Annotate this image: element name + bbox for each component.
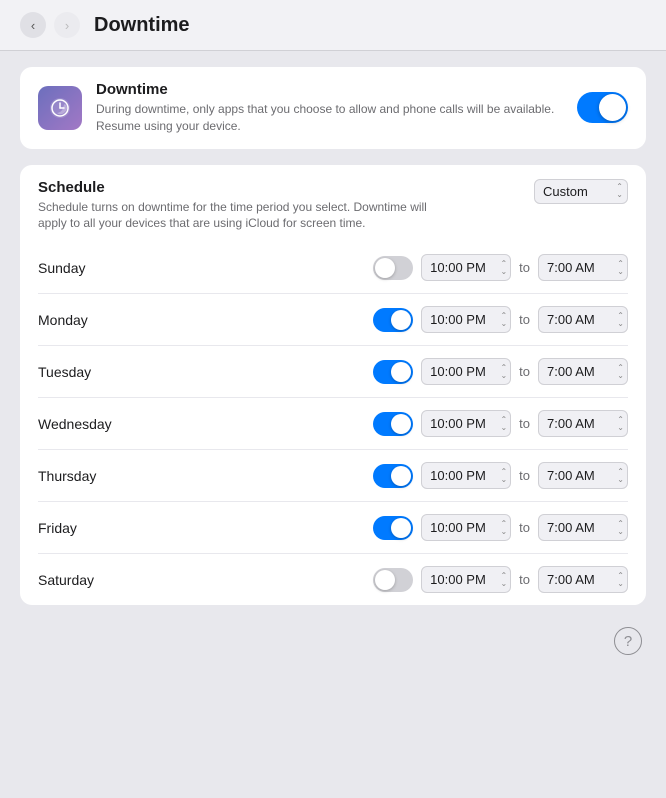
toggle-thumb bbox=[599, 94, 626, 121]
from-time-select[interactable]: 10:00 PM9:00 PM11:00 PM8:00 PM12:00 AM bbox=[421, 358, 511, 385]
to-label: to bbox=[519, 520, 530, 535]
to-time-wrap[interactable]: 7:00 AM6:00 AM8:00 AM9:00 AM12:00 PM bbox=[538, 462, 628, 489]
day-toggle-monday[interactable] bbox=[373, 308, 413, 332]
from-time-wrap[interactable]: 10:00 PM9:00 PM11:00 PM8:00 PM12:00 AM bbox=[421, 410, 511, 437]
top-bar: ‹ › Downtime bbox=[0, 0, 666, 51]
from-time-select[interactable]: 10:00 PM9:00 PM11:00 PM8:00 PM12:00 AM bbox=[421, 462, 511, 489]
help-button-wrap: ? bbox=[20, 621, 646, 665]
to-time-select[interactable]: 7:00 AM6:00 AM8:00 AM9:00 AM12:00 PM bbox=[538, 306, 628, 333]
to-time-select[interactable]: 7:00 AM6:00 AM8:00 AM9:00 AM12:00 PM bbox=[538, 514, 628, 541]
from-time-wrap[interactable]: 10:00 PM9:00 PM11:00 PM8:00 PM12:00 AM bbox=[421, 514, 511, 541]
day-row: Wednesday 10:00 PM9:00 PM11:00 PM8:00 PM1… bbox=[38, 397, 628, 449]
to-time-wrap[interactable]: 7:00 AM6:00 AM8:00 AM9:00 AM12:00 PM bbox=[538, 306, 628, 333]
day-label: Thursday bbox=[38, 468, 158, 484]
downtime-card: Downtime During downtime, only apps that… bbox=[20, 67, 646, 149]
to-time-select[interactable]: 7:00 AM6:00 AM8:00 AM9:00 AM12:00 PM bbox=[538, 410, 628, 437]
page-title: Downtime bbox=[94, 14, 190, 37]
to-label: to bbox=[519, 416, 530, 431]
from-time-select[interactable]: 10:00 PM9:00 PM11:00 PM8:00 PM12:00 AM bbox=[421, 566, 511, 593]
day-label: Friday bbox=[38, 520, 158, 536]
from-time-select[interactable]: 10:00 PM9:00 PM11:00 PM8:00 PM12:00 AM bbox=[421, 306, 511, 333]
toggle-thumb bbox=[391, 466, 411, 486]
toggle-thumb bbox=[391, 518, 411, 538]
day-row: Saturday 10:00 PM9:00 PM11:00 PM8:00 PM12… bbox=[38, 553, 628, 605]
to-label: to bbox=[519, 312, 530, 327]
toggle-thumb bbox=[375, 570, 395, 590]
schedule-header: Schedule Schedule turns on downtime for … bbox=[38, 179, 628, 233]
day-toggle-thursday[interactable] bbox=[373, 464, 413, 488]
from-time-wrap[interactable]: 10:00 PM9:00 PM11:00 PM8:00 PM12:00 AM bbox=[421, 254, 511, 281]
to-time-wrap[interactable]: 7:00 AM6:00 AM8:00 AM9:00 AM12:00 PM bbox=[538, 566, 628, 593]
from-time-wrap[interactable]: 10:00 PM9:00 PM11:00 PM8:00 PM12:00 AM bbox=[421, 358, 511, 385]
to-time-wrap[interactable]: 7:00 AM6:00 AM8:00 AM9:00 AM12:00 PM bbox=[538, 254, 628, 281]
schedule-description: Schedule turns on downtime for the time … bbox=[38, 199, 438, 233]
day-label: Saturday bbox=[38, 572, 158, 588]
day-toggle-tuesday[interactable] bbox=[373, 360, 413, 384]
custom-select-wrapper[interactable]: Every Day Customize Custom bbox=[534, 179, 628, 204]
from-time-wrap[interactable]: 10:00 PM9:00 PM11:00 PM8:00 PM12:00 AM bbox=[421, 462, 511, 489]
from-time-wrap[interactable]: 10:00 PM9:00 PM11:00 PM8:00 PM12:00 AM bbox=[421, 306, 511, 333]
downtime-icon-wrap bbox=[38, 86, 82, 130]
toggle-thumb bbox=[391, 310, 411, 330]
from-time-wrap[interactable]: 10:00 PM9:00 PM11:00 PM8:00 PM12:00 AM bbox=[421, 566, 511, 593]
day-row: Thursday 10:00 PM9:00 PM11:00 PM8:00 PM12… bbox=[38, 449, 628, 501]
day-toggle-saturday[interactable] bbox=[373, 568, 413, 592]
day-label: Wednesday bbox=[38, 416, 158, 432]
main-content: Downtime During downtime, only apps that… bbox=[0, 51, 666, 798]
day-toggle-friday[interactable] bbox=[373, 516, 413, 540]
downtime-info: Downtime During downtime, only apps that… bbox=[96, 81, 563, 135]
to-time-select[interactable]: 7:00 AM6:00 AM8:00 AM9:00 AM12:00 PM bbox=[538, 566, 628, 593]
help-button[interactable]: ? bbox=[614, 627, 642, 655]
toggle-thumb bbox=[375, 258, 395, 278]
from-time-select[interactable]: 10:00 PM9:00 PM11:00 PM8:00 PM12:00 AM bbox=[421, 514, 511, 541]
downtime-title: Downtime bbox=[96, 81, 563, 98]
back-button[interactable]: ‹ bbox=[20, 12, 46, 38]
to-label: to bbox=[519, 364, 530, 379]
day-rows: Sunday 10:00 PM9:00 PM11:00 PM8:00 PM12:0… bbox=[38, 242, 628, 605]
to-time-select[interactable]: 7:00 AM6:00 AM8:00 AM9:00 AM12:00 PM bbox=[538, 462, 628, 489]
schedule-title: Schedule bbox=[38, 179, 438, 196]
to-time-wrap[interactable]: 7:00 AM6:00 AM8:00 AM9:00 AM12:00 PM bbox=[538, 358, 628, 385]
day-row: Friday 10:00 PM9:00 PM11:00 PM8:00 PM12:0… bbox=[38, 501, 628, 553]
to-time-wrap[interactable]: 7:00 AM6:00 AM8:00 AM9:00 AM12:00 PM bbox=[538, 514, 628, 541]
schedule-card: Schedule Schedule turns on downtime for … bbox=[20, 165, 646, 606]
day-label: Tuesday bbox=[38, 364, 158, 380]
toggle-thumb bbox=[391, 414, 411, 434]
day-label: Monday bbox=[38, 312, 158, 328]
day-row: Monday 10:00 PM9:00 PM11:00 PM8:00 PM12:0… bbox=[38, 293, 628, 345]
to-label: to bbox=[519, 468, 530, 483]
schedule-type-select[interactable]: Every Day Customize Custom bbox=[534, 179, 628, 204]
downtime-toggle[interactable] bbox=[577, 92, 628, 123]
to-label: to bbox=[519, 572, 530, 587]
toggle-thumb bbox=[391, 362, 411, 382]
day-row: Sunday 10:00 PM9:00 PM11:00 PM8:00 PM12:0… bbox=[38, 242, 628, 293]
to-time-select[interactable]: 7:00 AM6:00 AM8:00 AM9:00 AM12:00 PM bbox=[538, 358, 628, 385]
to-time-wrap[interactable]: 7:00 AM6:00 AM8:00 AM9:00 AM12:00 PM bbox=[538, 410, 628, 437]
from-time-select[interactable]: 10:00 PM9:00 PM11:00 PM8:00 PM12:00 AM bbox=[421, 254, 511, 281]
day-row: Tuesday 10:00 PM9:00 PM11:00 PM8:00 PM12:… bbox=[38, 345, 628, 397]
day-toggle-wednesday[interactable] bbox=[373, 412, 413, 436]
downtime-moon-icon bbox=[47, 95, 73, 121]
downtime-description: During downtime, only apps that you choo… bbox=[96, 101, 563, 135]
to-label: to bbox=[519, 260, 530, 275]
forward-button[interactable]: › bbox=[54, 12, 80, 38]
day-label: Sunday bbox=[38, 260, 158, 276]
to-time-select[interactable]: 7:00 AM6:00 AM8:00 AM9:00 AM12:00 PM bbox=[538, 254, 628, 281]
day-toggle-sunday[interactable] bbox=[373, 256, 413, 280]
from-time-select[interactable]: 10:00 PM9:00 PM11:00 PM8:00 PM12:00 AM bbox=[421, 410, 511, 437]
